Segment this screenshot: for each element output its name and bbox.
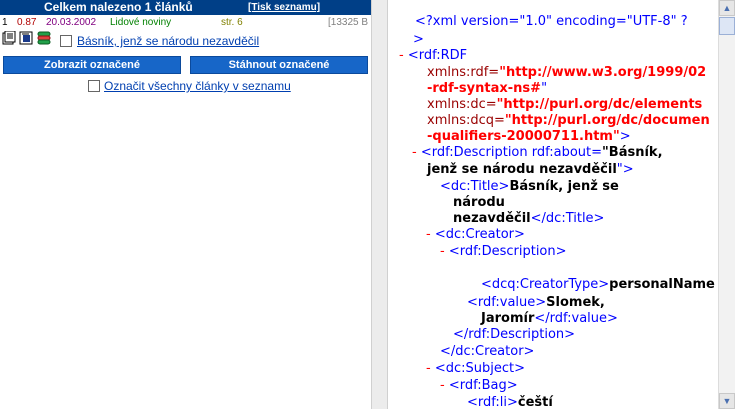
- scrollbar-thumb[interactable]: [719, 17, 735, 35]
- result-size: [13325 B: [328, 17, 369, 28]
- collapse-toggle[interactable]: -: [440, 244, 449, 259]
- search-results-pane: Celkem nalezeno 1 článků [Tisk seznamu] …: [0, 0, 371, 409]
- xml-declaration-end: >: [413, 32, 424, 47]
- download-selected-button[interactable]: Stáhnout označené: [190, 56, 368, 74]
- vertical-scrollbar[interactable]: ▲ ▼: [718, 0, 735, 409]
- description-node: - <rdf:Description rdf:about="Básník,: [412, 145, 663, 160]
- bag-node: - <rdf:Bag>: [440, 378, 518, 393]
- print-list-link[interactable]: [Tisk seznamu]: [248, 1, 320, 14]
- document-icon[interactable]: [2, 31, 16, 45]
- article-title-link[interactable]: Básník, jenž se národu nezavděčil: [77, 34, 259, 48]
- creator-description-node: - <rdf:Description>: [440, 244, 567, 259]
- result-page: str. 6: [221, 17, 243, 28]
- xml-declaration: <?xml version="1.0" encoding="UTF-8" ?: [415, 14, 688, 29]
- creator-description-close: </rdf:Description>: [453, 327, 576, 342]
- show-selected-button[interactable]: Zobrazit označené: [3, 56, 181, 74]
- xml-viewer-pane: <?xml version="1.0" encoding="UTF-8" ? >…: [388, 0, 718, 409]
- creator-close: </dc:Creator>: [440, 344, 535, 359]
- result-score: 0.87: [17, 17, 37, 28]
- creatortype-node: <dcq:CreatorType>personalName: [481, 277, 715, 292]
- ns-rdf-line: xmlns:rdf="http://www.w3.org/1999/02: [427, 65, 707, 80]
- title-node: <dc:Title>Básník, jenž se: [440, 179, 619, 194]
- creator-node: - <dc:Creator>: [426, 227, 525, 242]
- database-icon[interactable]: [37, 31, 51, 45]
- collapse-toggle[interactable]: -: [426, 227, 435, 242]
- results-count-title: Celkem nalezeno 1 článků: [44, 0, 193, 14]
- rdf-node: - <rdf:RDF: [399, 48, 468, 63]
- result-number: 1: [2, 17, 8, 28]
- collapse-toggle[interactable]: -: [412, 145, 421, 160]
- li-node: <rdf:li>čeští: [467, 395, 553, 409]
- collapse-toggle[interactable]: -: [426, 361, 435, 376]
- article-checkbox[interactable]: [60, 35, 72, 47]
- ns-dc-line: xmlns:dc="http://purl.org/dc/elements: [427, 97, 703, 112]
- ns-rdf-line-2: -rdf-syntax-ns#": [427, 81, 548, 96]
- pdf-icon[interactable]: [19, 31, 33, 45]
- result-date: 20.03.2002: [46, 17, 97, 28]
- value-node: <rdf:value>Slomek,: [467, 295, 605, 310]
- collapse-toggle[interactable]: -: [440, 378, 449, 393]
- ns-dcq-line: xmlns:dcq="http://purl.org/dc/documen: [427, 113, 710, 128]
- scroll-down-icon[interactable]: ▼: [719, 393, 735, 409]
- ns-dcq-line-2: -qualifiers-20000711.htm">: [427, 129, 631, 144]
- subject-node: - <dc:Subject>: [426, 361, 525, 376]
- title-line-3: nezavděčil</dc:Title>: [453, 211, 605, 226]
- collapse-toggle[interactable]: -: [399, 48, 408, 63]
- scroll-up-icon[interactable]: ▲: [719, 0, 735, 16]
- value-line-2: Jaromír</rdf:value>: [481, 311, 618, 326]
- description-about-2: jenž se národu nezavděčil">: [427, 162, 634, 177]
- select-all-link[interactable]: Označit všechny články v seznamu: [104, 79, 291, 93]
- result-source: Lidové noviny: [110, 17, 172, 28]
- frame-divider[interactable]: [371, 0, 388, 409]
- select-all-checkbox[interactable]: [88, 80, 100, 92]
- title-line-2: národu: [453, 195, 505, 210]
- results-header: Celkem nalezeno 1 článků [Tisk seznamu]: [0, 0, 371, 15]
